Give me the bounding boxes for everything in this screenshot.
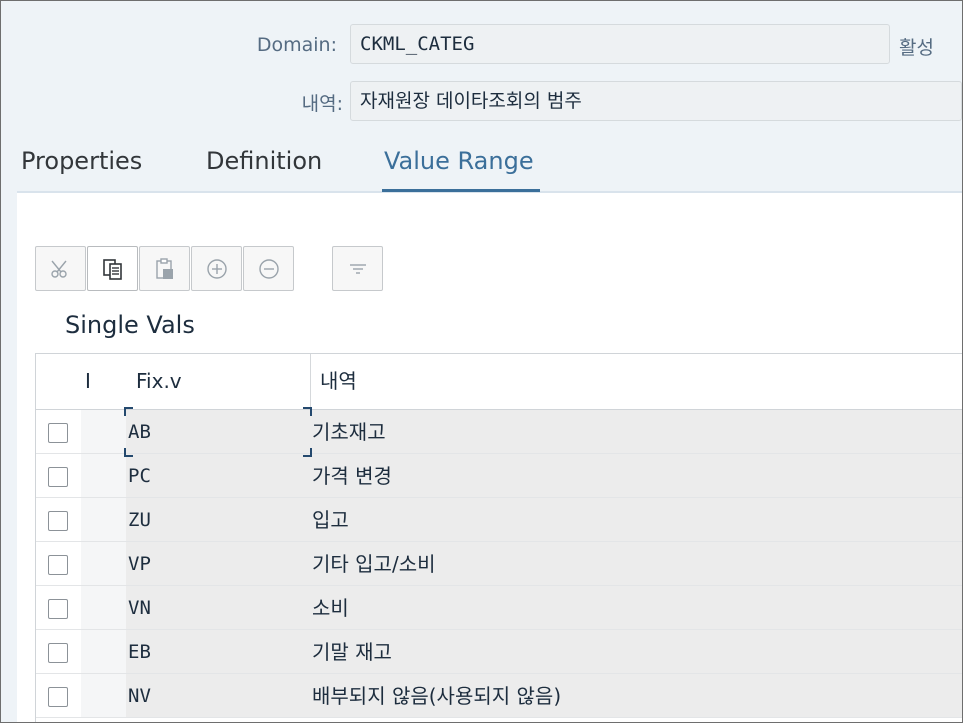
copy-icon — [102, 258, 122, 280]
row-i-cell[interactable] — [81, 586, 126, 630]
fix-value-cell[interactable]: EB — [126, 630, 310, 674]
description-cell[interactable]: 기말 재고 — [310, 630, 962, 674]
column-divider[interactable] — [310, 354, 311, 410]
fix-value-cell[interactable]: VP — [126, 542, 310, 586]
description-text: 기타 입고/소비 — [312, 552, 436, 576]
row-checkbox[interactable] — [48, 467, 68, 487]
row-i-cell[interactable] — [81, 410, 126, 454]
active-tab-indicator — [382, 189, 540, 192]
table-row[interactable]: ZU 입고 — [36, 498, 962, 542]
description-text: 기초재고 — [312, 420, 386, 444]
copy-button[interactable] — [87, 246, 138, 291]
fix-value-text: VP — [128, 553, 151, 575]
status-text: 활성 — [899, 37, 934, 59]
table-row[interactable]: PC 가격 변경 — [36, 454, 962, 498]
fix-value-text: PC — [128, 465, 151, 487]
tab-definition[interactable]: Definition — [206, 147, 322, 175]
focus-corner — [124, 448, 133, 457]
tab-value-range[interactable]: Value Range — [384, 147, 534, 175]
fix-value-text: VN — [128, 597, 151, 619]
fix-value-cell[interactable]: AB — [126, 410, 310, 454]
fix-value-text: NV — [128, 685, 151, 707]
description-field[interactable]: 자재원장 데이타조회의 범주 — [350, 81, 962, 121]
description-cell[interactable]: 기초재고 — [310, 410, 962, 454]
row-checkbox[interactable] — [48, 599, 68, 619]
row-i-cell[interactable] — [81, 630, 126, 674]
row-selector[interactable] — [36, 674, 81, 718]
row-checkbox[interactable] — [48, 643, 68, 663]
description-cell[interactable]: 가격 변경 — [310, 454, 962, 498]
row-selector[interactable] — [36, 542, 81, 586]
description-cell[interactable]: 입고 — [310, 498, 962, 542]
fix-value-cell[interactable]: VN — [126, 586, 310, 630]
description-text: 배부되지 않음(사용되지 않음) — [312, 684, 562, 708]
table-row[interactable]: EB 기말 재고 — [36, 630, 962, 674]
description-label: 내역: — [301, 93, 343, 115]
description-text: 입고 — [312, 508, 349, 532]
column-header-description[interactable]: 내역 — [320, 354, 357, 409]
filter-lines-icon — [349, 263, 366, 274]
row-checkbox[interactable] — [48, 687, 68, 707]
row-divider — [36, 717, 962, 718]
row-checkbox[interactable] — [48, 511, 68, 531]
column-header-i[interactable]: I — [85, 354, 91, 409]
fix-value-cell[interactable]: ZU — [126, 498, 310, 542]
fix-value-text: ZU — [128, 509, 151, 531]
row-selector[interactable] — [36, 454, 81, 498]
fix-value-text: EB — [128, 641, 151, 663]
single-values-table: I Fix.v 내역 AB 기초재고 PC 가격 변경 ZU 입고 VP 기타 입고/소비 VN… — [35, 353, 962, 722]
domain-field[interactable]: CKML_CATEG — [350, 24, 890, 64]
row-selector[interactable] — [36, 586, 81, 630]
minus-circle-icon — [258, 258, 279, 279]
row-i-cell[interactable] — [81, 674, 126, 718]
focus-corner — [303, 448, 312, 457]
focus-corner — [124, 407, 133, 416]
description-cell[interactable]: 소비 — [310, 586, 962, 630]
description-cell[interactable]: 배부되지 않음(사용되지 않음) — [310, 674, 962, 718]
table-row[interactable]: NV 배부되지 않음(사용되지 않음) — [36, 674, 962, 718]
row-checkbox[interactable] — [48, 423, 68, 443]
filter-button[interactable] — [332, 246, 383, 291]
row-i-cell[interactable] — [81, 542, 126, 586]
tab-properties[interactable]: Properties — [21, 147, 142, 175]
row-i-cell[interactable] — [81, 498, 126, 542]
paste-button[interactable] — [139, 246, 190, 291]
delete-row-button[interactable] — [243, 246, 294, 291]
section-title: Single Vals — [65, 311, 195, 339]
cut-button[interactable] — [35, 246, 86, 291]
scissors-icon — [50, 260, 67, 278]
insert-row-button[interactable] — [191, 246, 242, 291]
table-row[interactable]: VN 소비 — [36, 586, 962, 630]
row-selector[interactable] — [36, 498, 81, 542]
fix-value-cell[interactable]: PC — [126, 454, 310, 498]
row-checkbox[interactable] — [48, 555, 68, 575]
focus-corner — [303, 407, 312, 416]
row-selector[interactable] — [36, 630, 81, 674]
table-row[interactable]: VP 기타 입고/소비 — [36, 542, 962, 586]
column-header-fixv[interactable]: Fix.v — [136, 354, 182, 409]
description-text: 가격 변경 — [312, 464, 392, 488]
paste-icon — [155, 257, 173, 279]
domain-window: Domain: CKML_CATEG 활성 내역: 자재원장 데이타조회의 범주… — [0, 0, 963, 723]
table-row[interactable]: AB 기초재고 — [36, 410, 962, 454]
domain-label: Domain: — [256, 34, 337, 56]
fix-value-cell[interactable]: NV — [126, 674, 310, 718]
plus-circle-icon — [206, 258, 227, 279]
row-selector[interactable] — [36, 410, 81, 454]
description-cell[interactable]: 기타 입고/소비 — [310, 542, 962, 586]
select-all-header[interactable] — [36, 354, 81, 409]
description-text: 소비 — [312, 596, 349, 620]
row-i-cell[interactable] — [81, 454, 126, 498]
description-text: 기말 재고 — [312, 640, 392, 664]
